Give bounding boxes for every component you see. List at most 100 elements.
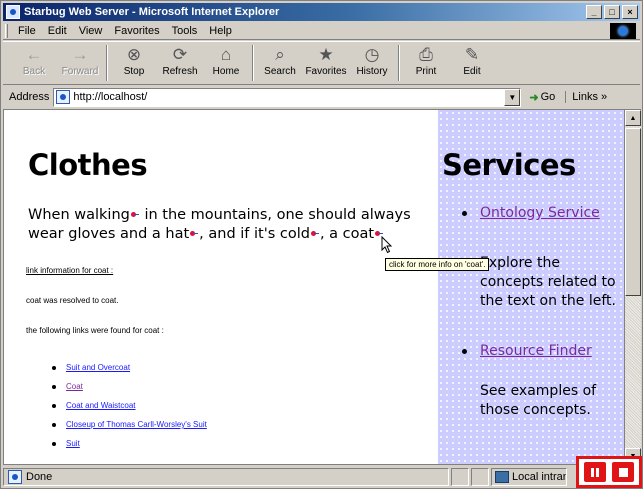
ie-app-icon[interactable]: [6, 5, 20, 19]
home-button[interactable]: ⌂ Home: [203, 42, 249, 84]
go-button[interactable]: ➜ Go: [529, 91, 555, 104]
favorites-button[interactable]: ★ Favorites: [303, 42, 349, 84]
recording-controls: [576, 456, 642, 488]
service-description-block: See examples of those concepts.: [462, 372, 622, 438]
pause-icon: [591, 467, 599, 477]
page-icon: [56, 90, 71, 104]
toolbar-separator: [398, 45, 400, 81]
found-link[interactable]: Coat: [66, 382, 83, 391]
menu-file[interactable]: File: [12, 25, 42, 37]
menu-tools[interactable]: Tools: [166, 25, 204, 37]
concept-marker-icon[interactable]: [310, 230, 319, 237]
services-sidebar: Services Ontology Service Explore the co…: [438, 110, 624, 464]
go-label: Go: [540, 91, 556, 103]
toolbar-button-label: Search: [264, 66, 296, 77]
toolbar-button-label: Refresh: [162, 66, 198, 77]
links-button[interactable]: Links »: [565, 91, 607, 103]
toolbar-separator: [252, 45, 254, 81]
history-icon: ◷: [364, 45, 380, 64]
concept-marker-icon[interactable]: [190, 230, 199, 237]
status-panel: [451, 468, 469, 486]
page-title: Clothes: [28, 148, 148, 182]
found-links-list: Suit and Overcoat Coat Coat and Waistcoa…: [52, 358, 207, 453]
back-button[interactable]: ← Back: [11, 42, 57, 84]
intro-text-4: , a coat: [319, 226, 375, 242]
status-panel: [471, 468, 489, 486]
intro-paragraph: When walking in the mountains, one shoul…: [28, 206, 432, 244]
list-item: Coat: [52, 377, 207, 396]
close-button[interactable]: ×: [622, 5, 638, 19]
resource-finder-link[interactable]: Resource Finder: [480, 343, 592, 359]
title-bar[interactable]: Starbug Web Server - Microsoft Internet …: [3, 3, 640, 21]
browser-window: Starbug Web Server - Microsoft Internet …: [0, 0, 643, 489]
menu-help[interactable]: Help: [203, 25, 238, 37]
found-link[interactable]: Coat and Waistcoat: [66, 401, 136, 410]
forward-button[interactable]: → Forward: [57, 42, 103, 84]
address-label: Address: [9, 91, 50, 103]
service-item: Resource Finder: [462, 342, 622, 361]
refresh-button[interactable]: ⟳ Refresh: [157, 42, 203, 84]
favorites-icon: ★: [318, 45, 334, 64]
edit-button[interactable]: ✎ Edit: [449, 42, 495, 84]
stop-button[interactable]: ⊗ Stop: [111, 42, 157, 84]
tooltip: click for more info on 'coat'.: [385, 258, 490, 271]
list-item: Coat and Waistcoat: [52, 396, 207, 415]
address-url[interactable]: http://localhost/: [73, 91, 504, 103]
services-title: Services: [442, 148, 576, 182]
go-arrow-icon: ➜: [529, 91, 539, 104]
toolbar-button-label: Stop: [123, 66, 145, 77]
toolbar-button-label: Back: [22, 66, 46, 77]
services-list-2: Resource Finder: [462, 342, 622, 361]
main-column: Clothes When walking in the mountains, o…: [4, 110, 490, 464]
status-main: Done: [3, 468, 449, 486]
found-link[interactable]: Suit: [66, 439, 80, 448]
stop-button[interactable]: [612, 462, 634, 482]
minimize-button[interactable]: _: [586, 5, 602, 19]
maximize-button[interactable]: □: [604, 5, 620, 19]
standard-toolbar: ← Back → Forward ⊗ Stop ⟳ Refresh ⌂ Home ⌕ Search ★ F…: [3, 41, 640, 85]
intro-text-3: , and if it's cold: [199, 226, 310, 242]
list-item: Suit: [52, 434, 207, 453]
menu-edit[interactable]: Edit: [42, 25, 73, 37]
link-info-heading: link information for coat :: [26, 266, 114, 275]
ontology-service-link[interactable]: Ontology Service: [480, 205, 600, 221]
vertical-scrollbar[interactable]: ▲ ▼: [625, 109, 641, 465]
found-link[interactable]: Closeup of Thomas Carll-Worsley's Suit: [66, 420, 207, 429]
back-arrow-icon: ←: [25, 45, 43, 64]
found-link[interactable]: Suit and Overcoat: [66, 363, 130, 372]
scroll-thumb[interactable]: [625, 128, 641, 296]
intro-text-1: When walking: [28, 207, 130, 223]
pause-button[interactable]: [584, 462, 606, 482]
security-zone: Local intranet: [491, 468, 567, 486]
list-item: Suit and Overcoat: [52, 358, 207, 377]
scroll-up-button[interactable]: ▲: [625, 110, 641, 126]
history-button[interactable]: ◷ History: [349, 42, 395, 84]
window-title: Starbug Web Server - Microsoft Internet …: [24, 6, 280, 18]
forward-arrow-icon: →: [71, 45, 89, 64]
toolbar-button-label: Favorites: [305, 66, 347, 77]
search-icon: ⌕: [275, 45, 285, 64]
menu-favorites[interactable]: Favorites: [108, 25, 165, 37]
menu-view[interactable]: View: [73, 25, 109, 37]
service-description-block: Explore the concepts related to the text…: [462, 244, 622, 329]
address-input[interactable]: http://localhost/ ▼: [53, 87, 522, 107]
refresh-icon: ⟳: [172, 45, 188, 64]
toolbar-button-label: Print: [415, 66, 437, 77]
stop-icon: ⊗: [126, 45, 142, 64]
concept-marker-icon[interactable]: [130, 211, 139, 218]
page-done-icon: [8, 470, 22, 484]
menubar-grip[interactable]: [5, 23, 8, 38]
toolbar-button-label: Home: [212, 66, 240, 77]
status-bar: Done Local intranet: [3, 467, 640, 487]
home-icon: ⌂: [220, 45, 232, 64]
menu-bar: File Edit View Favorites Tools Help: [3, 22, 640, 40]
stop-icon: [618, 467, 628, 477]
window-controls: _ □ ×: [586, 5, 638, 19]
print-icon: ⎙: [419, 45, 433, 64]
search-button[interactable]: ⌕ Search: [257, 42, 303, 84]
found-links-text: the following links were found for coat …: [26, 326, 164, 335]
toolbar-button-label: Edit: [463, 66, 481, 77]
address-dropdown-button[interactable]: ▼: [504, 88, 521, 106]
print-button[interactable]: ⎙ Print: [403, 42, 449, 84]
ie-throbber-icon: [610, 23, 636, 39]
